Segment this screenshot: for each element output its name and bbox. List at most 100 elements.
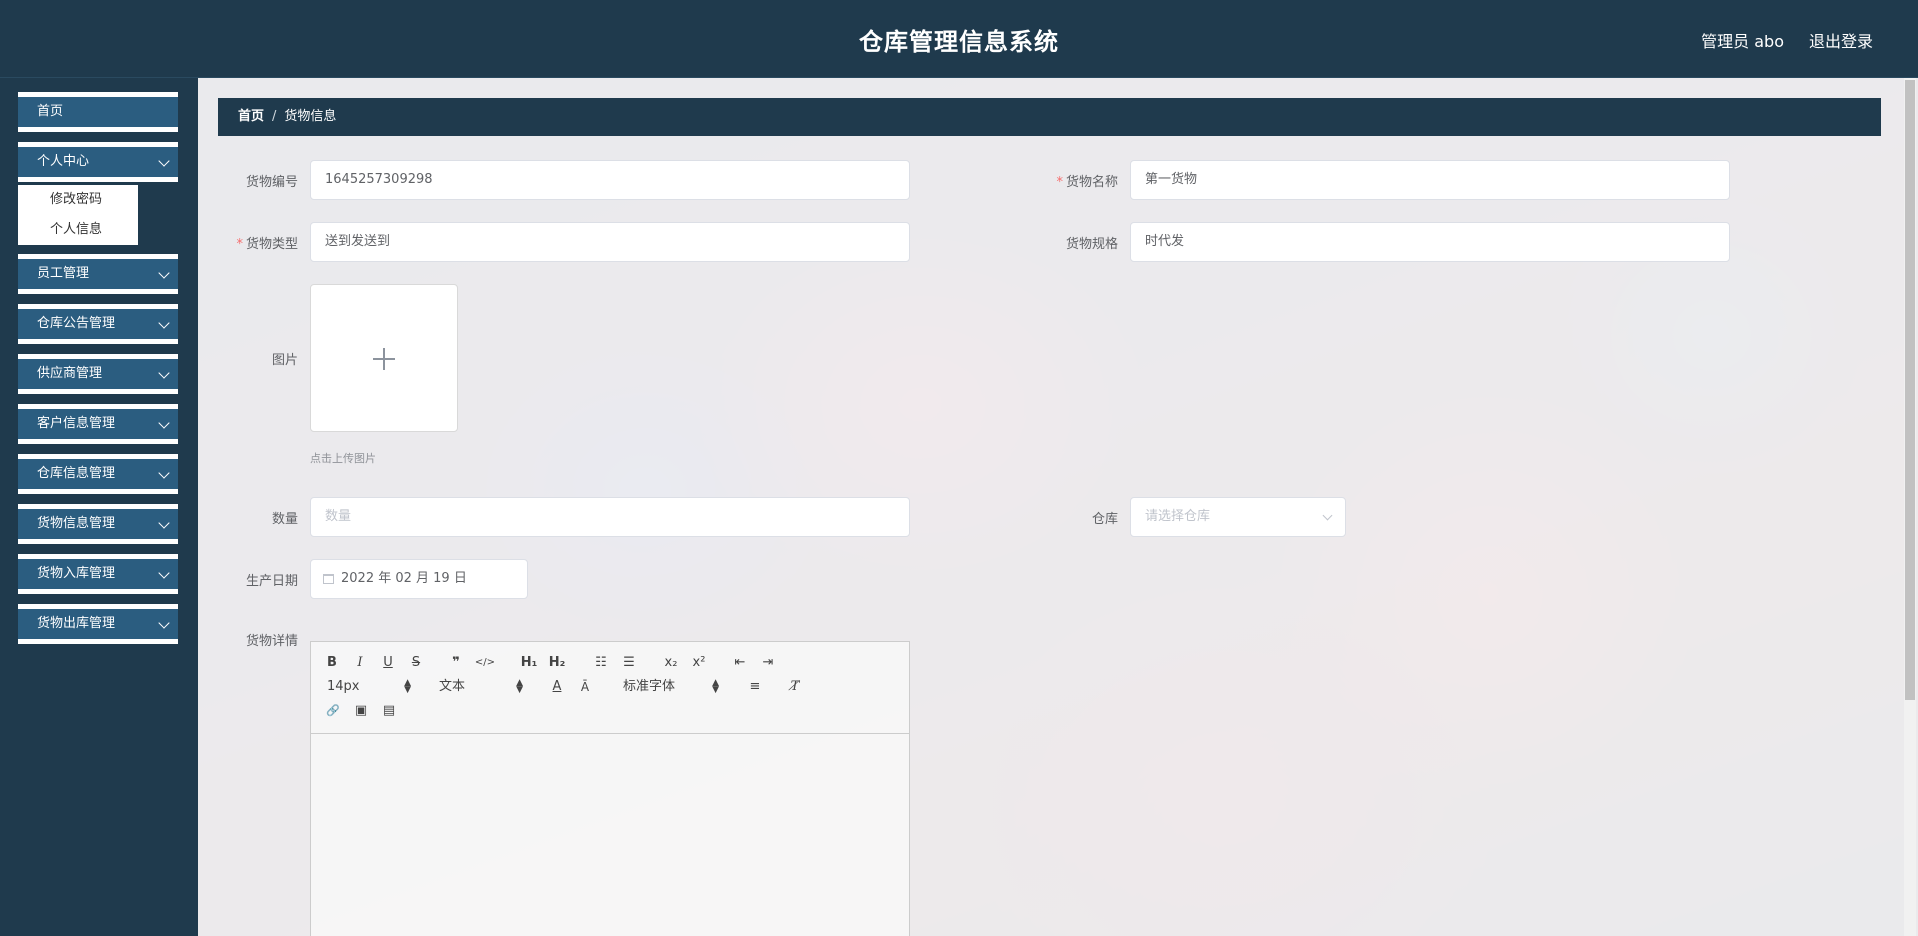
h2-button[interactable]: H₂ [547,654,567,672]
sidebar-item-inbound[interactable]: 货物入库管理 [18,554,178,594]
sidebar-item-label: 个人中心 [37,154,90,169]
superscript-button[interactable]: x² [689,654,709,672]
italic-button[interactable]: I [353,654,367,672]
warehouse-label: 仓库 [1018,508,1118,527]
bullet-list-button[interactable]: ☰ [621,654,637,672]
spec-input[interactable]: 时代发 [1130,222,1730,262]
warehouse-label-text: 仓库 [1091,512,1118,527]
image-upload-button[interactable] [310,284,458,432]
chevron-down-icon [158,367,170,379]
name-label: * 货物名称 [1018,171,1118,190]
spec-value: 时代发 [1145,234,1185,249]
font-size-value: 14px [327,679,360,694]
quantity-label: 数量 [198,508,298,527]
code-value: 1645257309298 [325,172,433,187]
video-button[interactable]: ▤ [381,702,397,720]
sidebar-item-label: 首页 [37,104,64,119]
indent-button[interactable]: ⇥ [759,654,777,672]
sidebar-item-home[interactable]: 首页 [18,92,178,132]
strike-button[interactable]: S [409,654,423,672]
name-value: 第一货物 [1145,172,1198,187]
quantity-label-text: 数量 [271,512,298,527]
scrollbar-thumb[interactable] [1905,80,1915,700]
upload-tip: 点击上传图片 [310,452,376,465]
underline-button[interactable]: U [381,654,395,672]
sidebar-item-outbound[interactable]: 货物出库管理 [18,604,178,644]
submenu-item-change-password[interactable]: 修改密码 [18,185,138,215]
font-size-picker[interactable]: 14px ▲ ▼ [327,678,411,696]
picker-arrow-icon: ▲ ▼ [516,678,523,695]
bold-button[interactable]: B [325,654,339,672]
clean-format-button[interactable]: T̸ [787,678,803,696]
warehouse-select[interactable]: 请选择仓库 [1130,497,1346,537]
sidebar-item-customers[interactable]: 客户信息管理 [18,404,178,444]
font-color-button[interactable]: A [549,678,565,696]
sidebar-item-label: 仓库公告管理 [37,316,116,331]
link-button[interactable]: 🔗 [325,702,341,720]
personal-center-submenu: 修改密码 个人信息 [18,185,138,245]
h1-button[interactable]: H₁ [519,654,539,672]
sidebar-item-suppliers[interactable]: 供应商管理 [18,354,178,394]
align-button[interactable]: ≡ [747,678,763,696]
required-mark: * [1056,175,1063,190]
name-input[interactable]: 第一货物 [1130,160,1730,200]
date-value: 2022 年 02 月 19 日 [341,571,467,586]
chevron-down-icon [158,155,170,167]
required-mark: * [236,237,243,252]
breadcrumb: 首页 / 货物信息 [218,98,1881,136]
sidebar-item-goods[interactable]: 货物信息管理 [18,504,178,544]
name-label-text: 货物名称 [1065,175,1118,190]
chevron-down-icon [158,267,170,279]
sidebar-item-label: 供应商管理 [37,366,103,381]
type-label-text: 货物类型 [245,237,298,252]
font-family-picker[interactable]: 标准字体 ▲ ▼ [623,678,719,696]
image-label: 图片 [198,349,298,368]
code-block-button[interactable]: </> [474,654,496,672]
subscript-button[interactable]: x₂ [661,654,681,672]
spec-label: 货物规格 [1018,233,1118,252]
date-label: 生产日期 [198,570,298,589]
ordered-list-button[interactable]: ☷ [593,654,609,672]
type-label: * 货物类型 [198,233,298,252]
type-input[interactable]: 送到发送到 [310,222,910,262]
blockquote-button[interactable]: ❞ [447,654,465,672]
sidebar-item-label: 仓库信息管理 [37,466,116,481]
rich-text-editor: B I U S ❞ </> H₁ H₂ ☷ ☰ x₂ x² ⇤ ⇥ 14px ▲ ▼… [310,641,910,936]
sidebar-item-label: 货物信息管理 [37,516,116,531]
sidebar-item-employees[interactable]: 员工管理 [18,254,178,294]
code-input[interactable]: 1645257309298 [310,160,910,200]
page-scrollbar[interactable] [1904,78,1916,936]
submenu-item-profile[interactable]: 个人信息 [18,215,138,245]
sidebar-item-label: 货物出库管理 [37,616,116,631]
editor-toolbar: B I U S ❞ </> H₁ H₂ ☷ ☰ x₂ x² ⇤ ⇥ 14px ▲ ▼… [311,642,909,734]
header-picker[interactable]: 文本 ▲ ▼ [439,678,523,696]
breadcrumb-home[interactable]: 首页 [238,109,264,124]
sidebar-item-warehouses[interactable]: 仓库信息管理 [18,454,178,494]
detail-label-text: 货物详情 [245,634,298,649]
chevron-down-icon [158,567,170,579]
font-family-value: 标准字体 [623,679,676,694]
sidebar-item-label: 货物入库管理 [37,566,116,581]
image-button[interactable]: ▣ [353,702,369,720]
plus-icon-vertical [383,348,385,370]
outdent-button[interactable]: ⇤ [731,654,749,672]
sidebar-item-notices[interactable]: 仓库公告管理 [18,304,178,344]
main-content: 首页 / 货物信息 货物编号 1645257309298 * 货物名称 第一货物 * 货… [198,78,1918,936]
background-color-button[interactable]: Ā [577,678,593,696]
date-picker[interactable]: 2022 年 02 月 19 日 [310,559,528,599]
logout-link[interactable]: 退出登录 [1809,28,1873,52]
app-title: 仓库管理信息系统 [859,28,1059,56]
header-value: 文本 [439,679,466,694]
quantity-input[interactable]: 数量 [310,497,910,537]
sidebar-item-personal-center[interactable]: 个人中心 [18,142,178,182]
image-label-text: 图片 [271,353,298,368]
sidebar-item-label: 客户信息管理 [37,416,116,431]
picker-arrow-icon: ▲ ▼ [404,678,411,695]
spec-label-text: 货物规格 [1065,237,1118,252]
code-label: 货物编号 [198,171,298,190]
calendar-icon [323,574,334,584]
chevron-down-icon [158,417,170,429]
type-value: 送到发送到 [325,234,391,249]
date-label-text: 生产日期 [245,574,298,589]
chevron-down-icon [1322,510,1333,521]
